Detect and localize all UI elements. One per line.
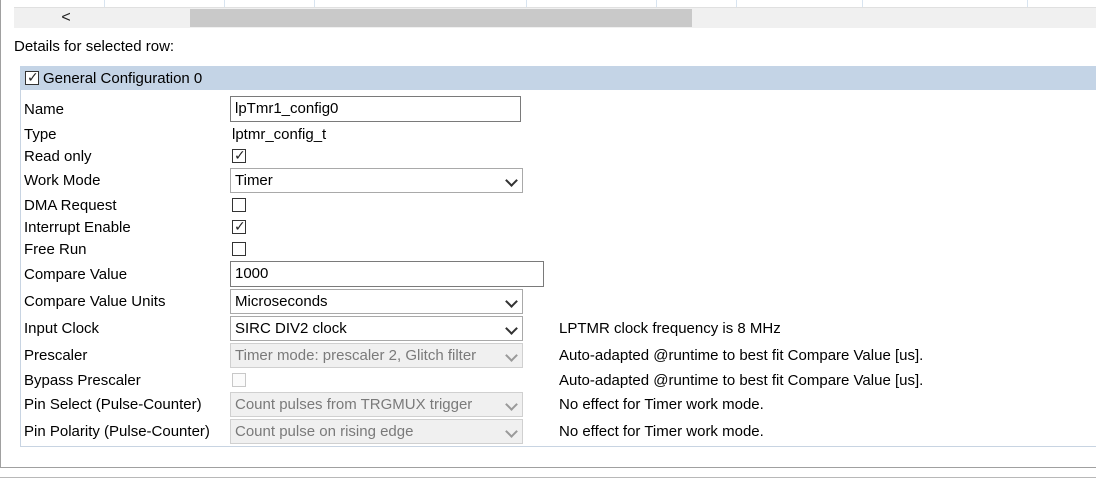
scroll-left-arrow-icon[interactable]: <	[58, 8, 74, 28]
pin-select-label: Pin Select (Pulse-Counter)	[24, 396, 202, 413]
group-enable-checkbox[interactable]: ✓	[25, 69, 39, 85]
horizontal-scrollbar[interactable]: <	[14, 7, 1096, 28]
bypass-prescaler-label: Bypass Prescaler	[24, 372, 141, 389]
checkmark-icon: ✓	[234, 218, 246, 234]
work-mode-value: Timer	[235, 172, 273, 189]
compare-value-label: Compare Value	[24, 266, 128, 283]
compare-value-units-value: Microseconds	[235, 293, 328, 310]
pin-select-info: No effect for Timer work mode.	[559, 396, 764, 413]
input-clock-info: LPTMR clock frequency is 8 MHz	[559, 320, 781, 337]
table-column-lines	[14, 0, 1096, 7]
panel-divider	[0, 477, 1096, 478]
prescaler-info: Auto-adapted @runtime to best fit Compar…	[559, 347, 924, 364]
chevron-down-icon	[505, 349, 518, 362]
chevron-down-icon	[505, 295, 518, 308]
name-label: Name	[24, 101, 65, 118]
compare-value-units-dropdown[interactable]: Microseconds	[230, 289, 523, 314]
pin-polarity-value: Count pulse on rising edge	[235, 423, 414, 440]
input-clock-label: Input Clock	[24, 320, 100, 337]
chevron-down-icon	[505, 174, 518, 187]
compare-value-field[interactable]: 1000	[230, 261, 544, 287]
pin-polarity-label: Pin Polarity (Pulse-Counter)	[24, 423, 210, 440]
read-only-checkbox[interactable]: ✓	[232, 147, 246, 163]
details-heading: Details for selected row:	[14, 38, 175, 55]
group-title: General Configuration 0	[43, 70, 203, 87]
interrupt-enable-checkbox[interactable]: ✓	[232, 218, 246, 234]
interrupt-enable-label: Interrupt Enable	[24, 219, 131, 236]
scrollbar-thumb[interactable]	[190, 9, 692, 27]
checkmark-icon: ✓	[27, 69, 39, 85]
bypass-prescaler-info: Auto-adapted @runtime to best fit Compar…	[559, 372, 924, 389]
checkmark-icon: ✓	[234, 147, 246, 163]
input-clock-dropdown[interactable]: SIRC DIV2 clock	[230, 316, 523, 341]
group-body	[20, 90, 1096, 447]
work-mode-dropdown[interactable]: Timer	[230, 168, 523, 193]
prescaler-value: Timer mode: prescaler 2, Glitch filter	[235, 347, 477, 364]
chevron-down-icon	[505, 322, 518, 335]
prescaler-dropdown: Timer mode: prescaler 2, Glitch filter	[230, 343, 523, 368]
bypass-prescaler-checkbox	[232, 373, 246, 387]
chevron-down-icon	[505, 425, 518, 438]
chevron-down-icon	[505, 398, 518, 411]
pin-polarity-info: No effect for Timer work mode.	[559, 423, 764, 440]
pin-select-value: Count pulses from TRGMUX trigger	[235, 396, 473, 413]
free-run-label: Free Run	[24, 241, 87, 258]
pin-select-dropdown: Count pulses from TRGMUX trigger	[230, 392, 523, 417]
dma-request-checkbox[interactable]	[232, 198, 246, 212]
pin-polarity-dropdown: Count pulse on rising edge	[230, 419, 523, 444]
work-mode-label: Work Mode	[24, 172, 101, 189]
type-value: lptmr_config_t	[232, 126, 327, 143]
read-only-label: Read only	[24, 148, 92, 165]
dma-request-label: DMA Request	[24, 197, 117, 214]
name-field[interactable]: lpTmr1_config0	[230, 96, 521, 122]
input-clock-value: SIRC DIV2 clock	[235, 320, 347, 337]
free-run-checkbox[interactable]	[232, 242, 246, 256]
compare-value-units-label: Compare Value Units	[24, 293, 166, 310]
type-label: Type	[24, 126, 57, 143]
prescaler-label: Prescaler	[24, 347, 88, 364]
